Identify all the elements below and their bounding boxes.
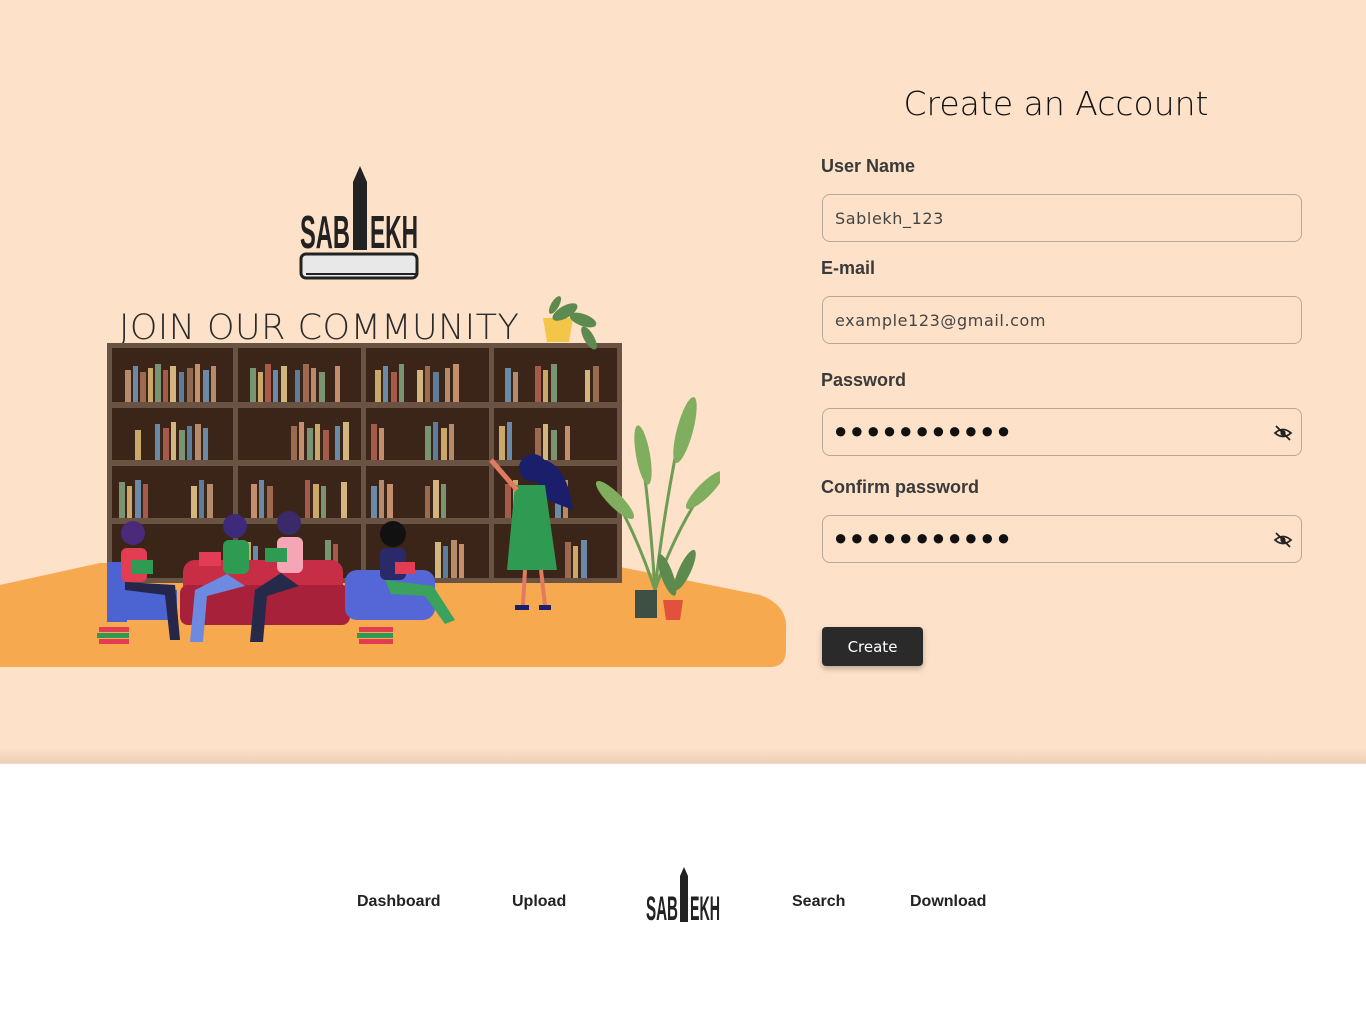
section-divider [0, 748, 1366, 764]
password-label: Password [821, 370, 907, 390]
confirm-password-field[interactable]: ●●●●●●●●●●● [822, 515, 1302, 563]
username-value: Sablekh_123 [835, 209, 944, 228]
hero-section: SAB EKH JOIN OUR COMMUNITY Create an Acc… [0, 0, 1366, 763]
svg-text:SAB: SAB [646, 890, 678, 924]
email-field[interactable]: example123@gmail.com [822, 296, 1302, 344]
email-label: E-mail [821, 258, 876, 278]
footer-logo[interactable]: SAB EKH [644, 866, 724, 924]
library-illustration [97, 296, 720, 644]
username-field[interactable]: Sablekh_123 [822, 194, 1302, 242]
email-value: example123@gmail.com [835, 311, 1047, 330]
sablekh-logo: SAB EKH [299, 166, 419, 280]
password-field[interactable]: ●●●●●●●●●●● [822, 408, 1302, 456]
svg-text:EKH: EKH [690, 890, 720, 924]
footer-nav-dashboard[interactable]: Dashboard [357, 893, 441, 911]
svg-text:SAB: SAB [300, 206, 350, 258]
password-value: ●●●●●●●●●●● [834, 418, 1014, 443]
create-button[interactable]: Create [822, 627, 923, 666]
footer-nav-search[interactable]: Search [792, 893, 845, 911]
svg-text:EKH: EKH [370, 206, 418, 258]
footer-nav-upload[interactable]: Upload [512, 893, 566, 911]
create-account-title: Create an Account [903, 84, 1209, 123]
eye-slash-icon[interactable] [1273, 530, 1293, 550]
username-label: User Name [821, 156, 916, 176]
footer-nav-download[interactable]: Download [910, 893, 986, 911]
confirm-password-value: ●●●●●●●●●●● [834, 525, 1014, 550]
confirm-password-label: Confirm password [821, 477, 980, 497]
eye-slash-icon[interactable] [1273, 423, 1293, 443]
